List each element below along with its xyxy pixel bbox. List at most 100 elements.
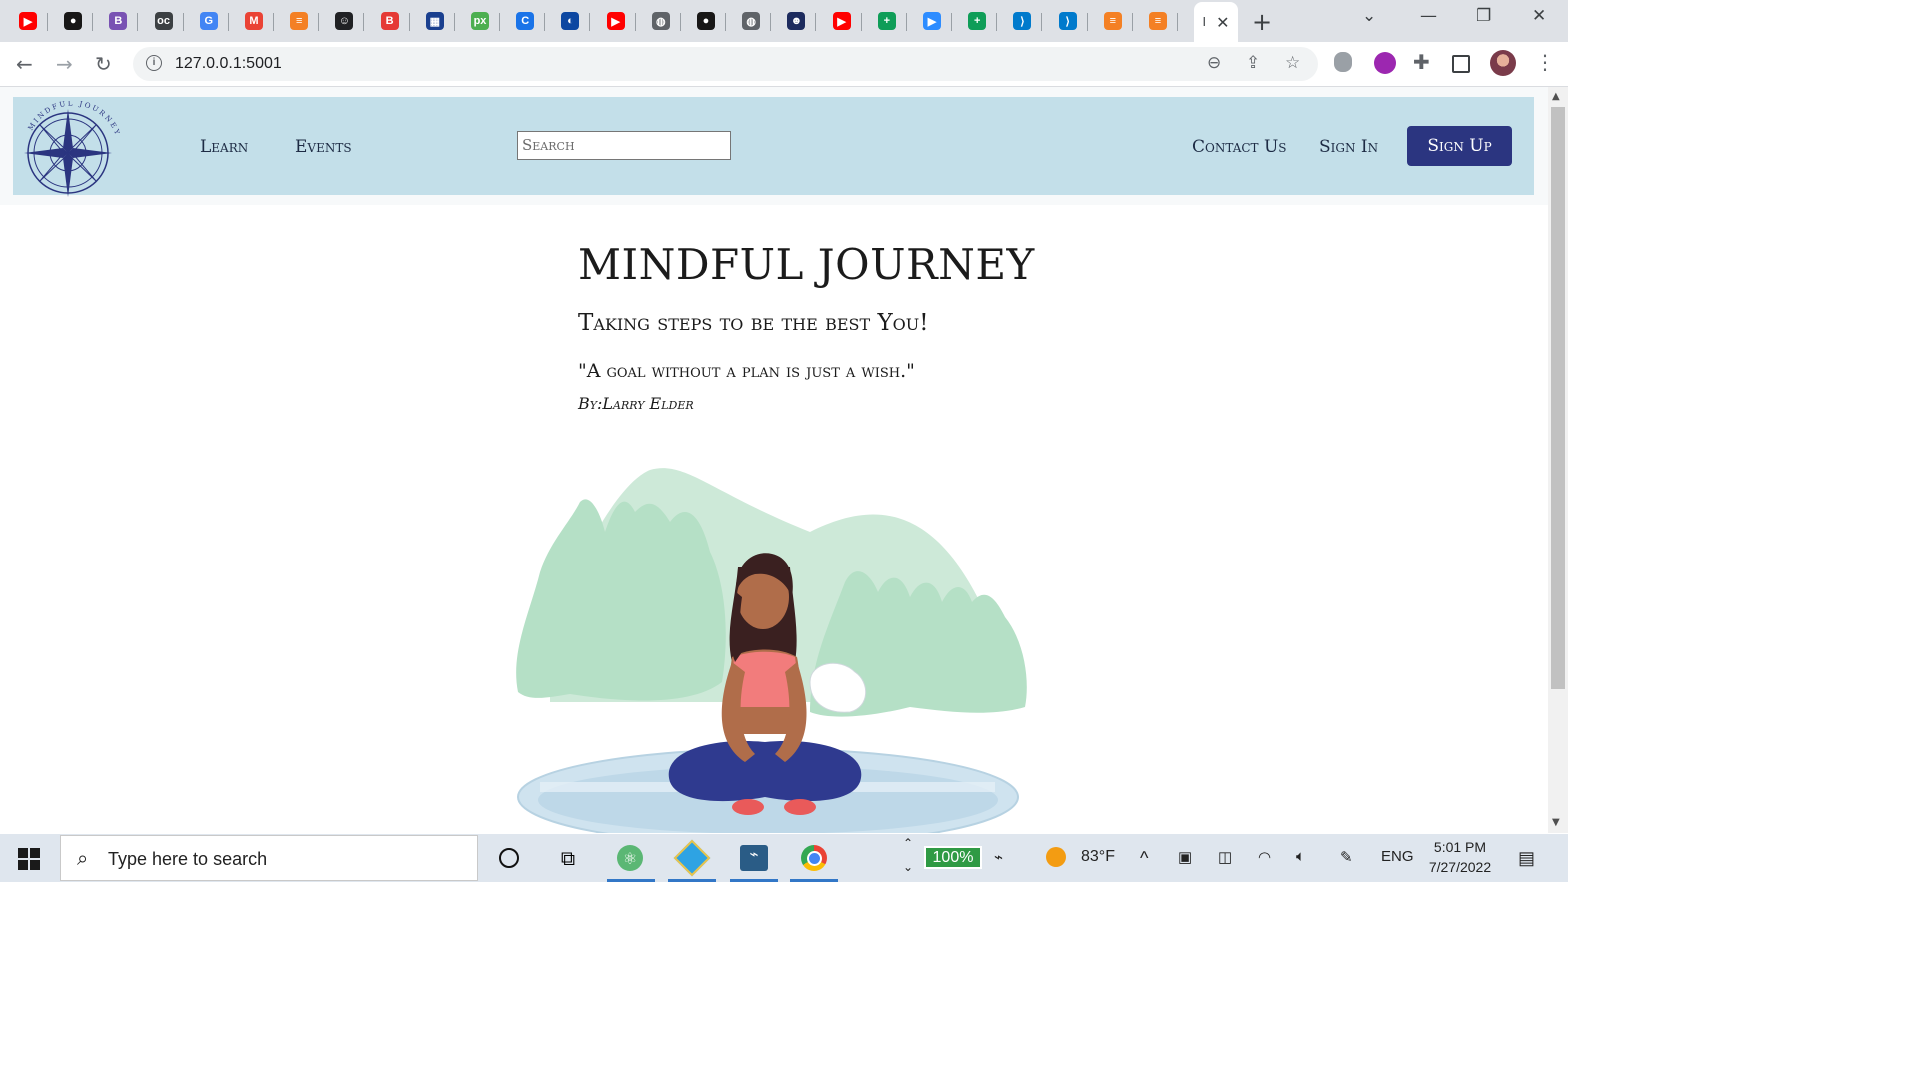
weather-sun-icon[interactable] <box>1046 847 1066 867</box>
browser-tab[interactable]: ≡ <box>279 6 320 36</box>
bug-extension-icon[interactable] <box>1334 52 1352 72</box>
browser-tab[interactable]: ▶ <box>912 6 952 36</box>
restore-icon[interactable]: ❐ <box>1476 6 1491 26</box>
back-icon[interactable]: ← <box>16 52 33 76</box>
share-icon[interactable]: ⇪ <box>1246 53 1260 73</box>
extensions-puzzle-icon[interactable]: ✚ <box>1413 50 1430 74</box>
battery-indicator[interactable]: 100% <box>924 846 982 869</box>
browser-tab[interactable]: ● <box>53 6 94 36</box>
active-tab[interactable]: I ✕ <box>1194 2 1238 42</box>
browser-tab[interactable]: ☻ <box>776 6 817 36</box>
scroll-down-icon[interactable]: ▼ <box>1552 817 1560 828</box>
atom-app-icon[interactable]: ⚛ <box>616 844 644 872</box>
smiley-icon: ☺ <box>335 12 354 30</box>
tray-overflow-up-icon[interactable]: ⌃ <box>903 836 913 850</box>
stackoverflow-icon: ≡ <box>290 12 309 30</box>
meditation-illustration <box>516 468 1027 833</box>
forward-icon[interactable]: → <box>56 52 73 76</box>
pen-icon[interactable]: ✎ <box>1340 848 1353 866</box>
tab-search-icon[interactable]: ⌄ <box>1362 6 1376 26</box>
browser-tab[interactable]: C <box>505 6 546 36</box>
page-scrollbar[interactable]: ▲ ▼ <box>1548 87 1568 833</box>
zoom-icon[interactable]: ⊖ <box>1207 53 1221 73</box>
nav-events-link[interactable]: Events <box>295 137 352 157</box>
reload-icon[interactable]: ↻ <box>95 52 112 76</box>
language-indicator[interactable]: ENG <box>1381 848 1414 865</box>
close-tab-icon[interactable]: ✕ <box>1216 13 1229 32</box>
browser-tab[interactable]: ◍ <box>731 6 772 36</box>
git-app-icon[interactable] <box>673 839 711 877</box>
minimize-icon[interactable]: — <box>1420 6 1437 26</box>
browser-tab[interactable]: ≡ <box>1138 6 1178 36</box>
nav-learn-link[interactable]: Learn <box>200 137 248 157</box>
side-panel-icon[interactable] <box>1452 55 1470 73</box>
tray-overflow-down-icon[interactable]: ⌄ <box>903 860 913 874</box>
battery-plug-icon: ⌁ <box>994 849 1004 866</box>
browser-tab[interactable]: ▦ <box>415 6 455 36</box>
stackoverflow-icon: ≡ <box>1103 12 1122 30</box>
browser-tab[interactable]: ☺ <box>324 6 365 36</box>
screen-icon[interactable]: ▣ <box>1178 848 1192 866</box>
menu-kebab-icon[interactable]: ⋮ <box>1535 50 1555 74</box>
oc-icon: oc <box>154 12 173 30</box>
bookmark-star-icon[interactable]: ☆ <box>1285 53 1300 73</box>
browser-tab[interactable]: ▶ <box>822 6 862 36</box>
search-icon: ⌕ <box>77 846 89 870</box>
browser-tab[interactable]: ◍ <box>641 6 681 36</box>
gmail-icon: M <box>245 12 263 30</box>
chrome-app-icon[interactable] <box>800 844 828 872</box>
hero-quote-author: By:Larry Elder <box>578 394 694 413</box>
sheets-icon: + <box>877 12 896 30</box>
browser-tab[interactable]: ▶ <box>596 6 636 36</box>
web-page: MINDFUL JOURNEY Learn Events Contact Us … <box>0 87 1548 833</box>
browser-tab[interactable]: + <box>957 6 998 36</box>
wifi-icon[interactable]: ◠ <box>1258 848 1271 866</box>
weather-temperature[interactable]: 83°F <box>1081 848 1115 866</box>
mysql-workbench-icon[interactable]: ⌁ <box>740 844 768 872</box>
browser-tab[interactable]: ⟩ <box>1002 6 1043 36</box>
browser-tab[interactable]: M <box>234 6 274 36</box>
hero-title: MINDFUL JOURNEY <box>578 240 1035 289</box>
browser-tab[interactable]: px <box>460 6 500 36</box>
browser-tab[interactable]: oc <box>144 6 184 36</box>
show-hidden-icons-icon[interactable]: ^ <box>1140 848 1148 869</box>
extension-purple-icon[interactable] <box>1374 52 1396 74</box>
zoom-icon: ▶ <box>923 12 941 30</box>
cortana-icon[interactable] <box>495 844 523 872</box>
scroll-up-icon[interactable]: ▲ <box>1552 91 1560 102</box>
compass-logo[interactable]: MINDFUL JOURNEY <box>18 101 120 203</box>
globe-icon: ◍ <box>742 12 761 30</box>
bootstrap-icon: B <box>109 12 128 30</box>
task-view-icon[interactable]: ⧉ <box>554 844 582 872</box>
new-tab-button[interactable]: + <box>1252 8 1272 36</box>
profile-avatar[interactable] <box>1490 50 1516 76</box>
notifications-icon[interactable]: ▤ <box>1518 848 1535 869</box>
browser-tab[interactable]: B <box>370 6 410 36</box>
active-tab-title: I <box>1202 15 1207 29</box>
nav-contact-link[interactable]: Contact Us <box>1192 137 1287 157</box>
volume-icon[interactable]: 🔈︎ <box>1296 848 1305 865</box>
taskbar-search-box[interactable]: ⌕ Type here to search <box>60 835 478 881</box>
browser-tab[interactable]: G <box>189 6 229 36</box>
avatar-icon: ☻ <box>787 12 806 30</box>
search-input[interactable] <box>518 132 726 157</box>
browser-tab[interactable]: ● <box>686 6 726 36</box>
windows-taskbar: ⌕ Type here to search ⧉ ⚛ ⌁ ⌃ ⌄ 100% ⌁ 8… <box>0 834 1568 882</box>
site-info-icon[interactable]: i <box>146 55 162 71</box>
scrollbar-thumb[interactable] <box>1551 107 1565 689</box>
browser-tab[interactable]: + <box>867 6 907 36</box>
nav-signin-link[interactable]: Sign In <box>1319 137 1378 157</box>
browser-tab[interactable]: B <box>98 6 139 36</box>
browser-tab[interactable]: ≡ <box>1093 6 1133 36</box>
browser-tab[interactable]: ▶ <box>8 6 48 36</box>
github-icon: ● <box>697 12 715 30</box>
signup-button[interactable]: Sign Up <box>1407 126 1512 166</box>
close-window-icon[interactable]: ✕ <box>1532 6 1546 26</box>
search-box[interactable] <box>517 131 731 160</box>
address-bar[interactable]: i 127.0.0.1:5001 ⊖ ⇪ ☆ <box>133 47 1318 81</box>
windows-start-icon[interactable] <box>18 848 40 870</box>
taskbar-clock[interactable]: 5:01 PM 7/27/2022 <box>1424 837 1496 877</box>
browser-tab[interactable]: ◐ <box>550 6 591 36</box>
meet-now-icon[interactable]: ◫ <box>1218 848 1232 866</box>
browser-tab[interactable]: ⟩ <box>1048 6 1088 36</box>
